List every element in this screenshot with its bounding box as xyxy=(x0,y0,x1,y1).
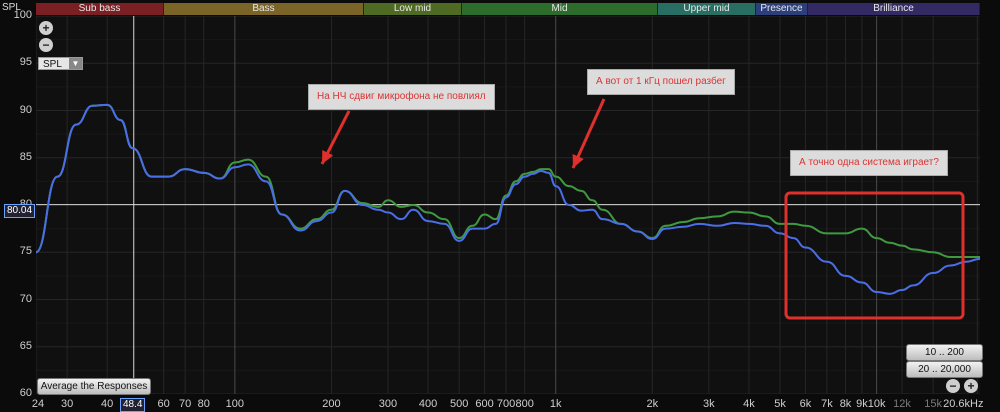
band-2: Low mid xyxy=(364,3,462,15)
x-tick-label: 70 xyxy=(179,398,192,410)
y-tick-label: 60 xyxy=(19,387,32,399)
x-tick-label: 5k xyxy=(774,398,786,410)
y-tick-label: 100 xyxy=(13,9,32,21)
band-6: Brilliance xyxy=(808,3,980,15)
x-tick-label: 20.6kHz xyxy=(943,398,984,410)
x-tick-label: 4k xyxy=(743,398,755,410)
range-20-20000-button[interactable]: 20 .. 20,000 xyxy=(906,361,983,378)
y-tick-label: 75 xyxy=(19,245,32,258)
x-tick-label: 9k xyxy=(856,398,868,410)
x-tick-label: 7k xyxy=(821,398,833,410)
x-tick-label: 100 xyxy=(225,398,245,410)
x-tick-label: 700 xyxy=(496,398,516,410)
band-0: Sub bass xyxy=(36,3,164,15)
x-tick-label: 2k xyxy=(646,398,659,410)
x-tick-label: 800 xyxy=(515,398,534,410)
band-3: Mid xyxy=(462,3,658,15)
x-tick-label: 500 xyxy=(449,398,469,410)
y-tick-label: 90 xyxy=(19,103,32,116)
x-tick-label: 15k xyxy=(924,398,942,410)
zoom-in-vertical-icon[interactable]: + xyxy=(39,21,53,35)
zoom-out-horizontal-icon[interactable]: − xyxy=(946,379,960,393)
spl-plot-area[interactable] xyxy=(36,16,980,394)
x-tick-label: 600 xyxy=(475,398,494,410)
x-tick-label: 3k xyxy=(703,398,715,410)
spl-units-select[interactable]: SPL ▼ xyxy=(38,57,83,70)
band-4: Upper mid xyxy=(658,3,756,15)
average-responses-button[interactable]: Average the Responses xyxy=(37,378,151,395)
x-tick-label: 24 xyxy=(31,398,45,410)
x-tick-label: 80 xyxy=(197,398,210,410)
annotation-1k-note: А вот от 1 кГц пошел разбег xyxy=(587,69,735,95)
x-tick-label: 10k xyxy=(867,398,886,410)
rew-spl-graph-window: Sub bass Bass Low mid Mid Upper mid Presence B… xyxy=(0,0,1000,412)
x-tick-label: 400 xyxy=(418,398,438,410)
cursor-frequency-readout: 48.4 xyxy=(120,398,146,412)
x-tick-label: 12k xyxy=(893,398,911,410)
x-tick-label: 60 xyxy=(157,398,170,410)
y-tick-label: 65 xyxy=(19,339,32,352)
x-tick-label: 30 xyxy=(60,398,74,410)
x-tick-label: 6k xyxy=(799,398,812,410)
band-1: Bass xyxy=(164,3,364,15)
range-10-200-button[interactable]: 10 .. 200 xyxy=(906,344,983,361)
band-5: Presence xyxy=(756,3,808,15)
zoom-in-horizontal-icon[interactable]: + xyxy=(964,379,978,393)
cursor-spl-readout: 80.04 xyxy=(4,204,36,218)
chevron-down-icon: ▼ xyxy=(69,58,82,69)
x-tick-label: 1k xyxy=(549,398,562,410)
y-tick-label: 95 xyxy=(19,56,32,69)
zoom-out-vertical-icon[interactable]: − xyxy=(39,38,53,52)
x-tick-label: 200 xyxy=(322,398,341,410)
annotation-system-note: А точно одна система играет? xyxy=(790,150,948,176)
x-tick-label: 8k xyxy=(839,398,852,410)
x-tick-label: 40 xyxy=(101,398,114,410)
spl-units-select-value: SPL xyxy=(43,59,62,70)
y-tick-label: 70 xyxy=(19,292,32,305)
annotation-lf-note: На НЧ сдвиг микрофона не повлиял xyxy=(308,84,495,110)
x-tick-label: 300 xyxy=(378,398,398,410)
y-tick-label: 85 xyxy=(19,150,32,163)
